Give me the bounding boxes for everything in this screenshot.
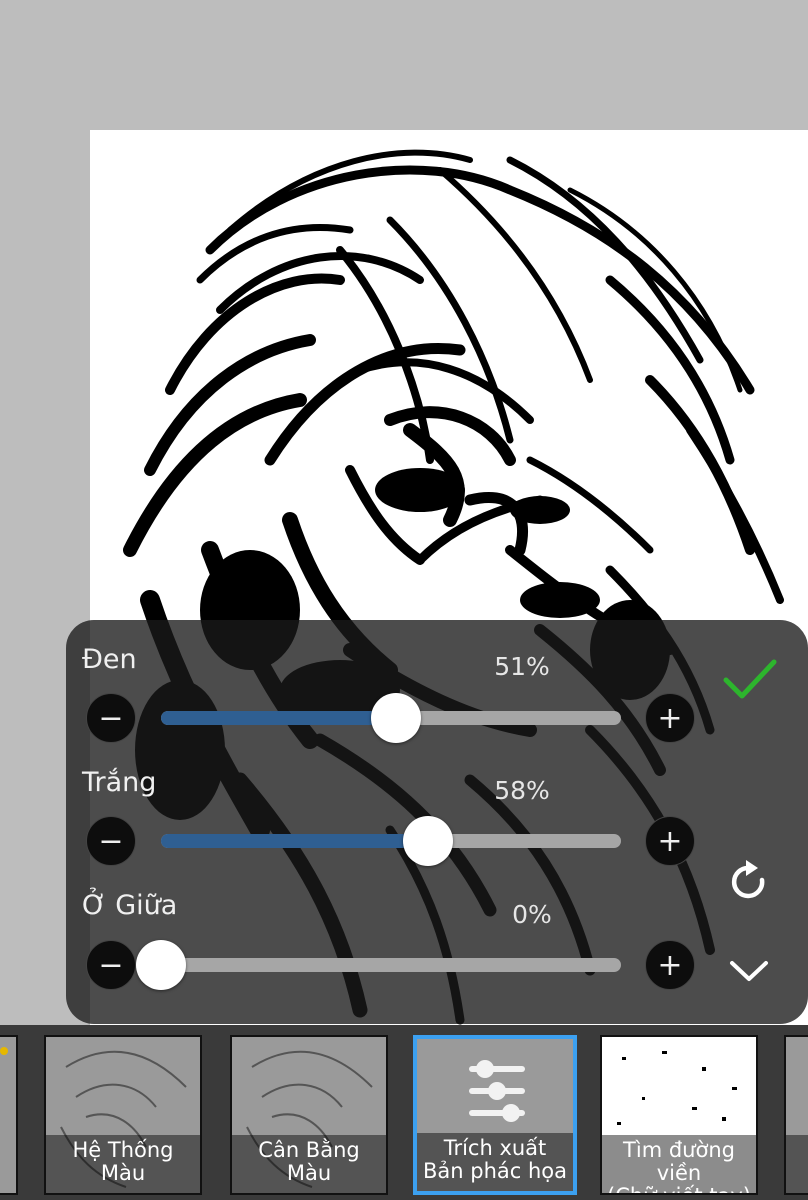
black-label: Đen: [82, 644, 137, 675]
black-value: 51%: [494, 652, 550, 681]
filter-find-contours[interactable]: Tìm đường viền (Chữ viết tay): [600, 1035, 758, 1195]
filter-label: Cân Bằng Màu: [232, 1135, 386, 1193]
white-minus-button[interactable]: −: [86, 816, 136, 866]
black-slider-knob[interactable]: [370, 693, 421, 743]
filter-label: Hệ Thống Màu: [46, 1135, 200, 1193]
black-plus-button[interactable]: +: [645, 693, 695, 743]
white-plus-button[interactable]: +: [645, 816, 695, 866]
black-slider-fill: [161, 711, 396, 725]
filter-thumbnail-partial-right[interactable]: X: [784, 1035, 808, 1195]
refresh-icon[interactable]: [726, 858, 772, 908]
filter-strip[interactable]: Hệ Thống Màu Cân Bằng Màu Trích xuất Bản…: [0, 1025, 808, 1200]
midtone-slider-track[interactable]: [136, 940, 621, 990]
white-label: Trắng: [82, 767, 157, 798]
midtone-slider-knob[interactable]: [136, 940, 186, 990]
midtone-plus-button[interactable]: +: [645, 940, 695, 990]
black-slider-track[interactable]: [161, 693, 621, 743]
white-slider-knob[interactable]: [402, 816, 453, 866]
filter-sketch-extract[interactable]: Trích xuất Bản phác họa: [413, 1035, 577, 1195]
new-dot-icon: [0, 1047, 8, 1055]
filter-label: Tìm đường viền (Chữ viết tay): [602, 1135, 756, 1193]
white-slider-track[interactable]: [161, 816, 621, 866]
white-slider-fill: [161, 834, 428, 848]
adjustment-panel: Đen 51% − + Trắng 58% − + Ở Giữa 0% − +: [66, 620, 808, 1024]
check-icon[interactable]: [720, 656, 780, 702]
black-minus-button[interactable]: −: [86, 693, 136, 743]
filter-thumbnail-partial-left[interactable]: [0, 1035, 18, 1195]
white-value: 58%: [494, 776, 550, 805]
midtone-value: 0%: [512, 900, 552, 929]
midtone-label: Ở Giữa: [82, 890, 178, 921]
filter-color-system[interactable]: Hệ Thống Màu: [44, 1035, 202, 1195]
filter-label: X: [786, 1135, 808, 1193]
filter-label: Trích xuất Bản phác họa: [417, 1133, 573, 1191]
filter-color-balance[interactable]: Cân Bằng Màu: [230, 1035, 388, 1195]
midtone-minus-button[interactable]: −: [86, 940, 136, 990]
chevron-down-icon[interactable]: [728, 958, 770, 984]
